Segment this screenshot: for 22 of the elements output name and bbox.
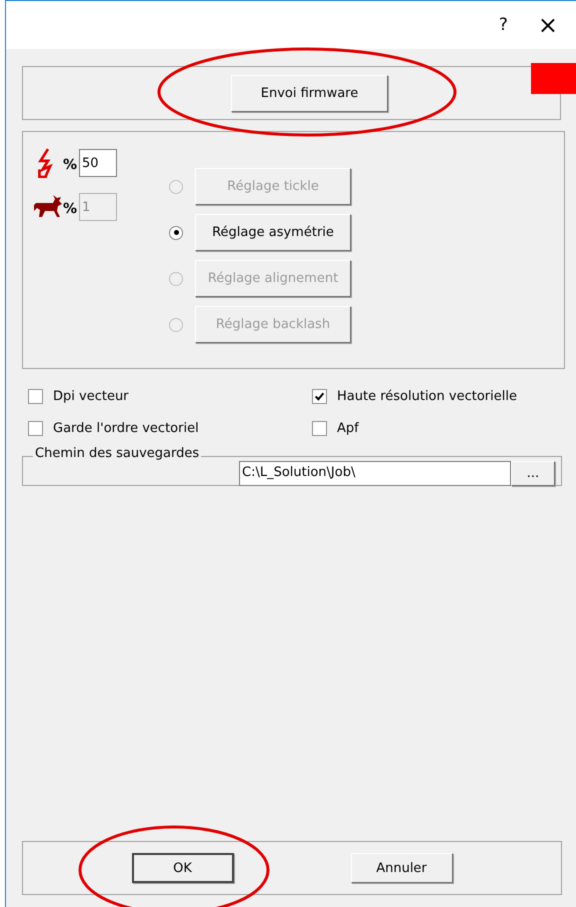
cancel-button[interactable]: Annuler bbox=[350, 853, 452, 883]
checkbox-label: Garde l'ordre vectoriel bbox=[53, 421, 199, 436]
checkbox[interactable] bbox=[312, 389, 327, 404]
group-label: Chemin des sauvegardes bbox=[33, 446, 202, 461]
percent-label: % bbox=[63, 157, 78, 173]
checkbox[interactable] bbox=[28, 389, 43, 404]
checkbox-label: Dpi vecteur bbox=[53, 389, 129, 404]
browse-button[interactable]: ... bbox=[511, 460, 555, 486]
percent-field[interactable]: 50 bbox=[79, 149, 118, 177]
percent-label: % bbox=[63, 201, 78, 217]
checkbox-label: Haute résolution vectorielle bbox=[337, 389, 517, 404]
help-button[interactable]: ? bbox=[498, 15, 508, 35]
checkbox-label: Apf bbox=[337, 421, 359, 436]
adjust-button[interactable]: Réglage asymétrie bbox=[195, 214, 351, 251]
firmware-button[interactable]: Envoi firmware bbox=[231, 74, 388, 112]
checkbox[interactable] bbox=[312, 421, 327, 436]
ok-button[interactable]: OK bbox=[132, 853, 234, 883]
checkbox[interactable] bbox=[28, 421, 43, 436]
marker-block bbox=[531, 63, 576, 94]
radio-button[interactable] bbox=[169, 226, 183, 240]
close-button[interactable]: × bbox=[538, 11, 558, 39]
path-field[interactable]: C:\L_Solution\Job\ bbox=[239, 460, 511, 486]
